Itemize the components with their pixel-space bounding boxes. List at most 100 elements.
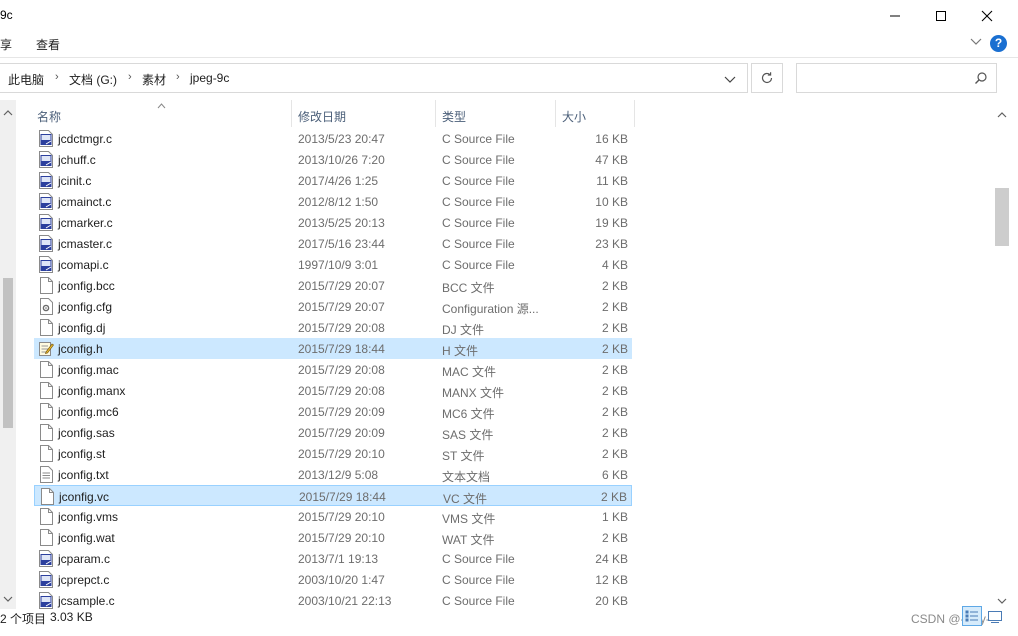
file-name: jconfig.mac [58,363,119,377]
file-row[interactable]: jcmaster.c 2017/5/16 23:44 C Source File 23… [34,233,632,254]
column-divider[interactable] [634,100,635,127]
refresh-icon [761,72,773,84]
file-size: 1 KB [601,510,628,524]
file-row[interactable]: jconfig.mc6 2015/7/29 20:09 MC6 文件 2 KB [34,401,632,422]
ribbon-tabs: 享 查看 [0,32,1018,56]
scrollbar-thumb[interactable] [3,278,13,428]
file-row[interactable]: jcomapi.c 1997/10/9 3:01 C Source File 4 KB [34,254,632,275]
file-row[interactable]: jconfig.bcc 2015/7/29 20:07 BCC 文件 2 KB [34,275,632,296]
file-size: 24 KB [595,552,628,566]
search-icon[interactable] [974,71,988,88]
file-row[interactable]: jconfig.mac 2015/7/29 20:08 MAC 文件 2 KB [34,359,632,380]
minimize-button[interactable] [872,0,918,32]
file-size: 11 KB [596,174,628,188]
file-row[interactable]: jcdctmgr.c 2013/5/23 20:47 C Source File 16… [34,128,632,149]
file-size: 2 KB [601,426,628,440]
file-row[interactable]: jconfig.manx 2015/7/29 20:08 MANX 文件 2 KB [34,380,632,401]
blank-file-icon [39,488,55,505]
c-source-file-icon [38,571,54,588]
status-item-count: 2 个项目 [0,612,47,626]
file-row[interactable]: jcmarker.c 2013/5/25 20:13 C Source File 19… [34,212,632,233]
file-size: 2 KB [601,531,628,545]
file-name: jcdctmgr.c [58,132,113,146]
file-modified-date: 2013/5/25 20:13 [298,216,385,230]
breadcrumb-separator[interactable]: › [55,71,59,83]
address-bar[interactable]: 此电脑 › 文档 (G:) › 素材 › jpeg-9c [0,63,748,93]
breadcrumb-current[interactable]: jpeg-9c [190,71,229,85]
file-size: 10 KB [595,195,628,209]
search-input[interactable] [796,63,997,93]
c-source-file-icon [38,214,54,231]
file-name: jchuff.c [58,153,96,167]
details-view-button[interactable] [962,606,982,626]
file-list-scrollbar[interactable] [994,100,1010,610]
file-type: C Source File [442,153,515,167]
file-row[interactable]: jcprepct.c 2003/10/20 1:47 C Source File 12… [34,569,632,590]
file-type: ST 文件 [442,449,485,463]
file-type: C Source File [442,258,515,272]
file-modified-date: 2015/7/29 20:09 [298,405,385,419]
breadcrumb-folder[interactable]: 素材 [142,71,166,88]
file-type: C Source File [442,237,515,251]
file-row[interactable]: jcsample.c 2003/10/21 22:13 C Source File 2… [34,590,632,610]
file-row[interactable]: jconfig.vms 2015/7/29 20:10 VMS 文件 1 KB [34,506,632,527]
file-row[interactable]: jcparam.c 2013/7/1 19:13 C Source File 24 K… [34,548,632,569]
c-source-file-icon [38,256,54,273]
tab-view[interactable]: 查看 [36,36,60,53]
chevron-down-icon [970,38,982,45]
file-row[interactable]: jconfig.dj 2015/7/29 20:08 DJ 文件 2 KB [34,317,632,338]
status-selected-size: 3.03 KB [50,610,93,624]
scrollbar-thumb[interactable] [995,188,1009,246]
file-row[interactable]: jconfig.wat 2015/7/29 20:10 WAT 文件 2 KB [34,527,632,548]
scroll-down-icon[interactable] [997,594,1007,608]
file-type: C Source File [442,216,515,230]
column-divider[interactable] [435,100,436,127]
column-divider[interactable] [291,100,292,127]
tab-share[interactable]: 享 [0,36,12,53]
address-history-button[interactable] [724,74,736,88]
file-size: 2 KB [601,279,628,293]
blank-file-icon [38,319,54,336]
scroll-down-icon[interactable] [3,592,13,606]
file-type: BCC 文件 [442,281,495,295]
file-row[interactable]: jcmainct.c 2012/8/12 1:50 C Source File 10 … [34,191,632,212]
file-row[interactable]: jconfig.h 2015/7/29 18:44 H 文件 2 KB [34,338,632,359]
column-divider[interactable] [555,100,556,127]
scroll-up-icon[interactable] [997,108,1007,122]
file-size: 2 KB [601,363,628,377]
file-row[interactable]: jconfig.txt 2013/12/9 5:08 文本文档 6 KB [34,464,632,485]
file-row[interactable]: jchuff.c 2013/10/26 7:20 C Source File 47 K… [34,149,632,170]
file-type: C Source File [442,573,515,587]
refresh-button[interactable] [751,63,783,93]
close-button[interactable] [964,0,1010,32]
file-size: 2 KB [601,384,628,398]
file-size: 12 KB [595,573,628,587]
file-row[interactable]: jconfig.st 2015/7/29 20:10 ST 文件 2 KB [34,443,632,464]
file-modified-date: 2017/5/16 23:44 [298,237,385,251]
file-name: jconfig.cfg [58,300,113,314]
file-modified-date: 2013/12/9 5:08 [298,468,379,482]
breadcrumb-separator[interactable]: › [128,71,132,83]
file-type: MANX 文件 [442,386,505,400]
ribbon-divider [0,57,1018,58]
file-row[interactable]: jconfig.sas 2015/7/29 20:09 SAS 文件 2 KB [34,422,632,443]
file-row[interactable]: jcinit.c 2017/4/26 1:25 C Source File 11 KB [34,170,632,191]
file-row[interactable]: jconfig.cfg 2015/7/29 20:07 Configuration … [34,296,632,317]
blank-file-icon [38,277,54,294]
file-name: jconfig.txt [58,468,109,482]
file-list: jcdctmgr.c 2013/5/23 20:47 C Source File 16… [34,128,634,610]
maximize-button[interactable] [918,0,964,32]
scroll-up-icon[interactable] [3,106,13,120]
expand-ribbon-button[interactable] [970,36,982,50]
c-source-file-icon [38,550,54,567]
breadcrumb-this-pc[interactable]: 此电脑 [8,71,44,88]
file-modified-date: 2015/7/29 20:08 [298,321,385,335]
file-row[interactable]: jconfig.vc 2015/7/29 18:44 VC 文件 2 KB [34,485,632,506]
breadcrumb-separator[interactable]: › [176,71,180,83]
file-modified-date: 2015/7/29 20:08 [298,363,385,377]
navigation-pane-scrollbar[interactable] [0,100,16,610]
file-size: 2 KB [601,300,628,314]
breadcrumb-drive[interactable]: 文档 (G:) [69,71,117,88]
help-icon[interactable]: ? [990,35,1007,52]
large-icons-view-button[interactable] [986,608,1004,626]
